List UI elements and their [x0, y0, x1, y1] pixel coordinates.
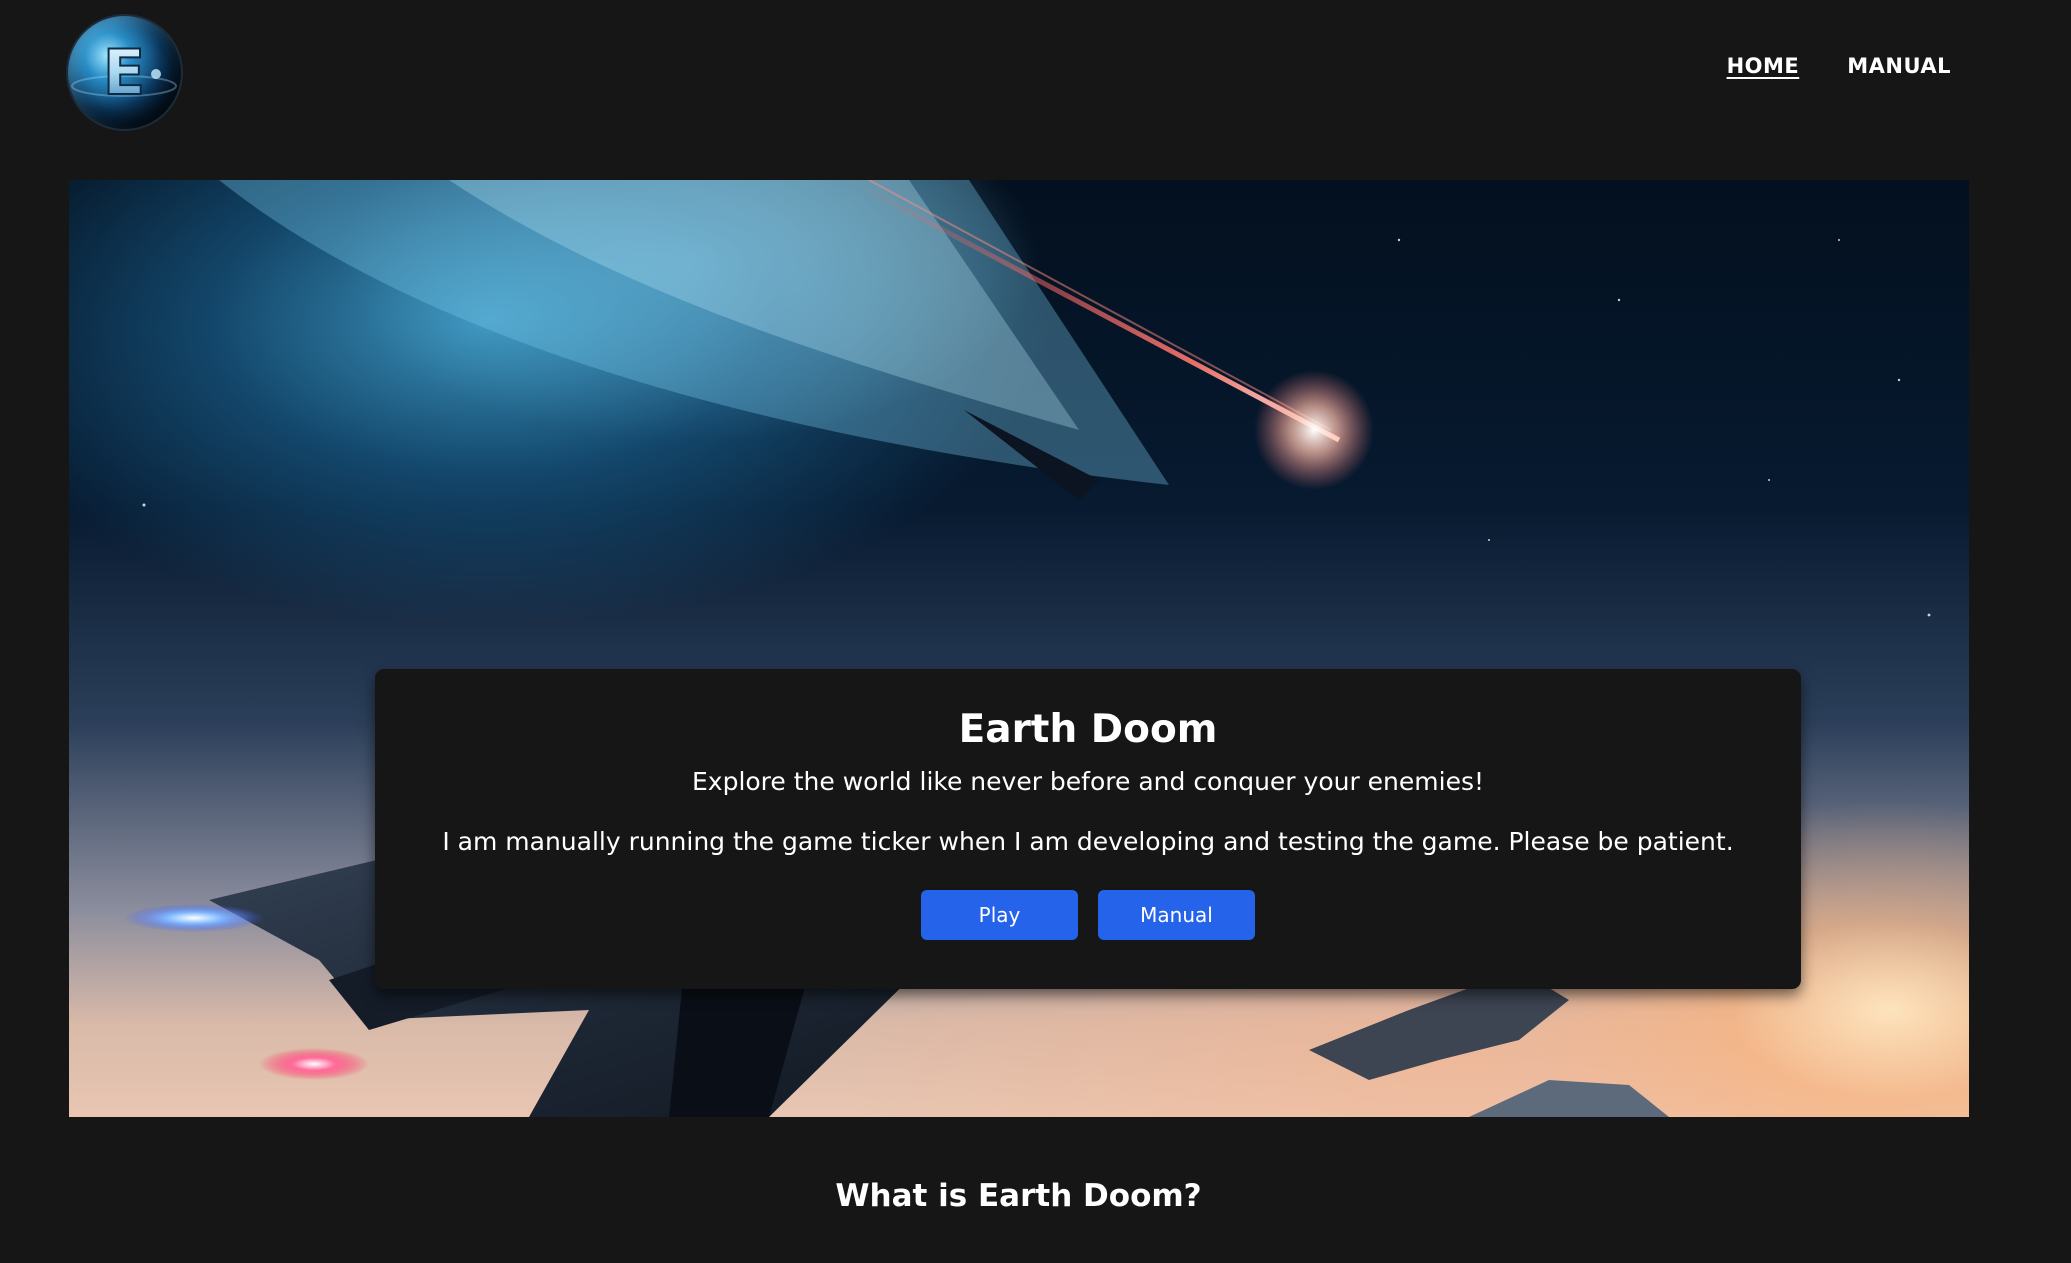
hero-card: Earth Doom Explore the world like never … [375, 669, 1801, 989]
svg-text:E: E [103, 36, 145, 109]
page: E HOME MANUAL Earth Doom Explore the wor… [0, 0, 2071, 1263]
nav-manual-link[interactable]: MANUAL [1847, 54, 1951, 78]
hero-title: Earth Doom [958, 707, 1218, 752]
nav-home-link[interactable]: HOME [1727, 54, 1800, 78]
manual-button[interactable]: Manual [1098, 890, 1255, 940]
site-header: E HOME MANUAL [0, 0, 2071, 140]
section-heading: What is Earth Doom? [835, 1178, 1202, 1214]
hero-button-row: Play Manual [375, 890, 1801, 940]
hero-banner: Earth Doom Explore the world like never … [69, 180, 1969, 1117]
play-button[interactable]: Play [921, 890, 1078, 940]
hero-note: I am manually running the game ticker wh… [442, 827, 1734, 856]
earth-doom-logo[interactable]: E [68, 16, 181, 129]
main-nav: HOME MANUAL [1727, 54, 1951, 78]
hero-subtitle: Explore the world like never before and … [691, 767, 1485, 796]
logo-globe-icon: E [71, 35, 177, 110]
